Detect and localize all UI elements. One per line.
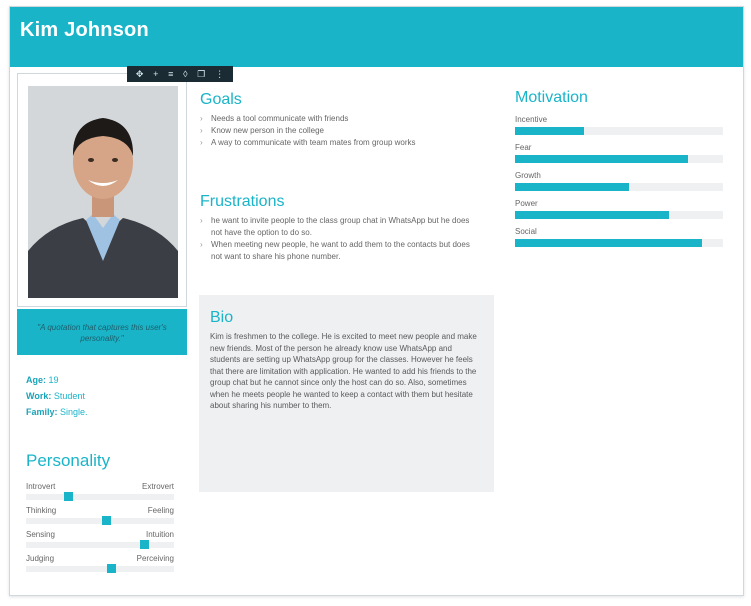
fact-work-key: Work:	[26, 391, 52, 401]
align-icon[interactable]: ≡	[168, 66, 173, 82]
personality-title: Personality	[26, 451, 111, 470]
motivation-label: Social	[515, 227, 537, 236]
motivation-fill	[515, 183, 629, 191]
motivation-item: Social	[515, 227, 723, 255]
goal-item: Know new person in the college	[200, 125, 490, 137]
fact-family-value: Single.	[60, 407, 88, 417]
trait-right-label: Feeling	[147, 506, 174, 515]
motivation-item: Power	[515, 199, 723, 227]
fact-family: Family: Single.	[26, 404, 88, 420]
motivation-track	[515, 211, 723, 219]
trait-left-label: Thinking	[26, 506, 57, 515]
goals-title: Goals	[200, 91, 242, 108]
element-toolbar: ✥ + ≡ ◊ ❐ ⋮	[127, 66, 233, 82]
trait-right-label: Extrovert	[141, 482, 174, 491]
photo-frame[interactable]	[17, 73, 187, 307]
trait-left-label: Judging	[26, 554, 55, 563]
trait-left-label: Sensing	[26, 530, 55, 539]
trait-track	[26, 566, 174, 572]
motivation-fill	[515, 127, 584, 135]
person-portrait-icon	[28, 86, 178, 298]
frustrations-section: Frustrations he want to invite people to…	[200, 193, 470, 263]
frustrations-list: he want to invite people to the class gr…	[200, 215, 470, 263]
bio-title: Bio	[210, 309, 234, 326]
trait-sensing-intuition: Sensing Intuition	[26, 530, 174, 552]
trait-right-label: Intuition	[145, 530, 174, 539]
motivation-track	[515, 127, 723, 135]
motivation-section: Motivation Incentive Fear Growth Power S…	[515, 89, 723, 255]
goal-item: Needs a tool communicate with friends	[200, 113, 490, 125]
profile-photo	[28, 86, 178, 298]
frustration-item: When meeting new people, he want to add …	[200, 239, 470, 263]
trait-track	[26, 494, 174, 500]
trait-slider-handle[interactable]	[107, 564, 116, 573]
persona-card: Kim Johnson ✥ + ≡ ◊ ❐ ⋮ "A quotation tha…	[9, 6, 744, 596]
trait-slider-handle[interactable]	[64, 492, 73, 501]
trait-thinking-feeling: Thinking Feeling	[26, 506, 174, 528]
motivation-label: Incentive	[515, 115, 548, 124]
motivation-item: Fear	[515, 143, 723, 171]
fact-age-key: Age:	[26, 375, 46, 385]
trait-judging-perceiving: Judging Perceiving	[26, 554, 174, 576]
frustration-item: he want to invite people to the class gr…	[200, 215, 470, 239]
motivation-track	[515, 183, 723, 191]
trait-slider-handle[interactable]	[140, 540, 149, 549]
motivation-title: Motivation	[515, 89, 588, 106]
motivation-fill	[515, 239, 702, 247]
persona-header: Kim Johnson	[10, 7, 743, 67]
fact-family-key: Family:	[26, 407, 58, 417]
motivation-label: Power	[515, 199, 538, 208]
move-icon[interactable]: ✥	[136, 66, 144, 82]
motivation-track	[515, 155, 723, 163]
trait-track	[26, 518, 174, 524]
goals-section: Goals Needs a tool communicate with frie…	[200, 91, 490, 149]
trait-track	[26, 542, 174, 548]
more-icon[interactable]: ⋮	[215, 66, 224, 82]
trait-slider-handle[interactable]	[102, 516, 111, 525]
copy-icon[interactable]: ❐	[197, 66, 205, 82]
bio-section: Bio Kim is freshmen to the college. He i…	[199, 295, 494, 492]
trait-right-label: Perceiving	[136, 554, 174, 563]
motivation-fill	[515, 155, 688, 163]
fact-age-value: 19	[48, 375, 59, 385]
drop-icon[interactable]: ◊	[183, 66, 187, 82]
persona-name: Kim Johnson	[20, 19, 149, 41]
motivation-label: Growth	[515, 171, 541, 180]
persona-facts: Age: 19 Work: Student Family: Single.	[26, 372, 88, 420]
motivation-fill	[515, 211, 669, 219]
persona-quote: "A quotation that captures this user's p…	[17, 309, 187, 355]
trait-left-label: Introvert	[26, 482, 56, 491]
motivation-item: Incentive	[515, 115, 723, 143]
motivation-track	[515, 239, 723, 247]
fact-work-value: Student	[53, 391, 85, 401]
goal-item: A way to communicate with team mates fro…	[200, 137, 490, 149]
bio-text: Kim is freshmen to the college. He is ex…	[210, 332, 477, 410]
fact-work: Work: Student	[26, 388, 88, 404]
goals-list: Needs a tool communicate with friends Kn…	[200, 113, 490, 149]
fact-age: Age: 19	[26, 372, 88, 388]
trait-introvert-extrovert: Introvert Extrovert	[26, 482, 174, 504]
frustrations-title: Frustrations	[200, 193, 285, 210]
motivation-item: Growth	[515, 171, 723, 199]
plus-icon[interactable]: +	[153, 66, 158, 82]
motivation-label: Fear	[515, 143, 532, 152]
